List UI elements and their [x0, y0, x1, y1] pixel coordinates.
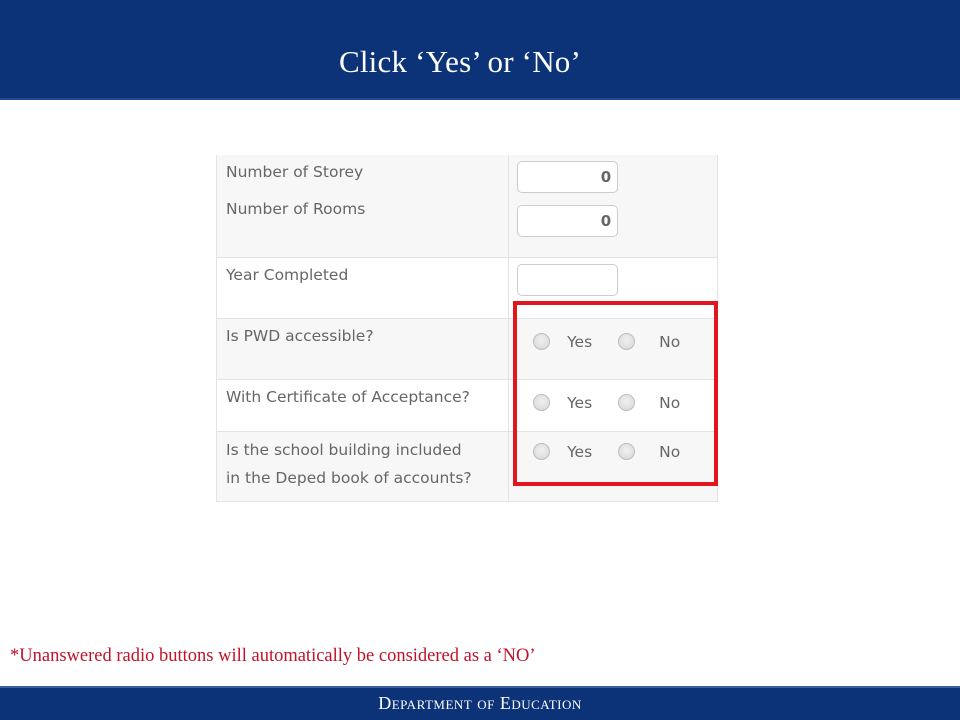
pwd-yes-label[interactable]: Yes [567, 333, 592, 351]
book-of-accounts-label-line2: in the Deped book of accounts? [226, 468, 472, 487]
pwd-accessible-label: Is PWD accessible? [226, 326, 374, 345]
label-cell: Number of Storey Number of Rooms [215, 155, 510, 258]
book-of-accounts-radio-group: Yes No [517, 441, 709, 463]
form-row-certificate-of-acceptance: With Certificate of Acceptance? Yes No [215, 379, 718, 432]
value-cell [508, 155, 718, 258]
pwd-no-radio[interactable] [618, 333, 636, 350]
slide-header: Click ‘Yes’ or ‘No’ [0, 0, 960, 100]
slide-footer: Department of Education [0, 686, 960, 720]
footer-text: Department of Education [378, 693, 582, 713]
year-completed-input[interactable] [517, 263, 619, 296]
building-info-form: Number of Storey Number of Rooms Year Co… [215, 155, 718, 502]
storey-input[interactable] [517, 161, 619, 193]
form-row-storey-rooms: Number of Storey Number of Rooms [215, 155, 718, 258]
book-yes-radio[interactable] [533, 443, 551, 460]
form-row-book-of-accounts: Is the school building included in the D… [215, 431, 718, 502]
label-cell: Is the school building included in the D… [215, 431, 510, 502]
book-no-radio[interactable] [618, 443, 636, 460]
value-cell [508, 257, 718, 319]
label-cell: Year Completed [215, 257, 510, 319]
certificate-yes-radio[interactable] [533, 394, 551, 411]
book-of-accounts-label: Is the school building included in the D… [226, 436, 499, 492]
value-cell: Yes No [508, 318, 718, 380]
pwd-no-label[interactable]: No [659, 333, 680, 351]
certificate-label: With Certificate of Acceptance? [226, 387, 470, 406]
footnote: *Unanswered radio buttons will automatic… [10, 646, 536, 666]
book-of-accounts-label-line1: Is the school building included [226, 440, 462, 459]
pwd-accessible-radio-group: Yes No [517, 331, 709, 353]
form-row-year-completed: Year Completed [215, 257, 718, 319]
form-row-pwd-accessible: Is PWD accessible? Yes No [215, 318, 718, 380]
certificate-no-radio[interactable] [618, 394, 636, 411]
storey-label: Number of Storey [226, 163, 364, 181]
value-cell: Yes No [508, 431, 718, 502]
label-cell: Is PWD accessible? [215, 318, 510, 380]
rooms-input[interactable] [517, 205, 619, 237]
label-cell: With Certificate of Acceptance? [215, 379, 510, 432]
certificate-radio-group: Yes No [517, 392, 709, 414]
certificate-yes-label[interactable]: Yes [567, 394, 592, 412]
book-no-label[interactable]: No [659, 443, 680, 461]
pwd-yes-radio[interactable] [533, 333, 551, 350]
slide-title: Click ‘Yes’ or ‘No’ [338, 44, 582, 79]
rooms-label: Number of Rooms [226, 200, 366, 218]
book-yes-label[interactable]: Yes [567, 443, 592, 461]
certificate-no-label[interactable]: No [659, 394, 680, 412]
value-cell: Yes No [508, 379, 718, 432]
year-completed-label: Year Completed [226, 265, 349, 284]
